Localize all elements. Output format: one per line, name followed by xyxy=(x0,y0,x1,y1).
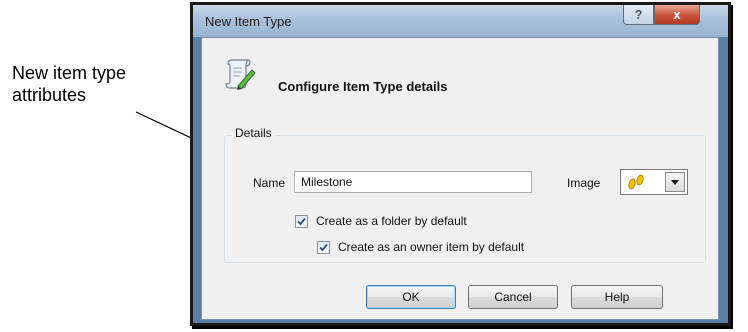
ok-button[interactable]: OK xyxy=(366,285,456,309)
image-label: Image xyxy=(567,176,601,190)
cancel-button[interactable]: Cancel xyxy=(468,285,558,309)
header-title: Configure Item Type details xyxy=(278,79,448,94)
help-button[interactable]: Help xyxy=(571,285,663,309)
chevron-down-icon xyxy=(671,179,679,185)
titlebar-close-button[interactable]: x xyxy=(654,5,700,25)
titlebar-help-button[interactable]: ? xyxy=(623,5,654,25)
name-label: Name xyxy=(253,176,286,190)
owner-checkbox-label[interactable]: Create as an owner item by default xyxy=(338,240,524,254)
details-legend: Details xyxy=(232,126,275,140)
scroll-pen-icon xyxy=(225,59,256,90)
owner-checkbox[interactable] xyxy=(317,241,330,254)
folder-checkbox-label[interactable]: Create as a folder by default xyxy=(316,214,467,228)
folder-checkbox[interactable] xyxy=(295,215,308,228)
checkmark-icon xyxy=(319,243,328,252)
window-title: New Item Type xyxy=(205,14,292,29)
dialog-window: New Item Type ? x Configure Item Type de… xyxy=(190,2,731,326)
question-icon: ? xyxy=(634,7,643,22)
image-dropdown-button[interactable] xyxy=(665,172,685,192)
footprints-icon xyxy=(628,174,644,190)
close-icon: x xyxy=(673,7,681,22)
title-bar[interactable]: New Item Type ? x xyxy=(193,5,728,37)
dialog-client-area: Configure Item Type details Details Name… xyxy=(201,37,719,320)
image-select[interactable] xyxy=(620,169,688,195)
checkmark-icon xyxy=(297,217,306,226)
name-input[interactable] xyxy=(294,171,532,193)
